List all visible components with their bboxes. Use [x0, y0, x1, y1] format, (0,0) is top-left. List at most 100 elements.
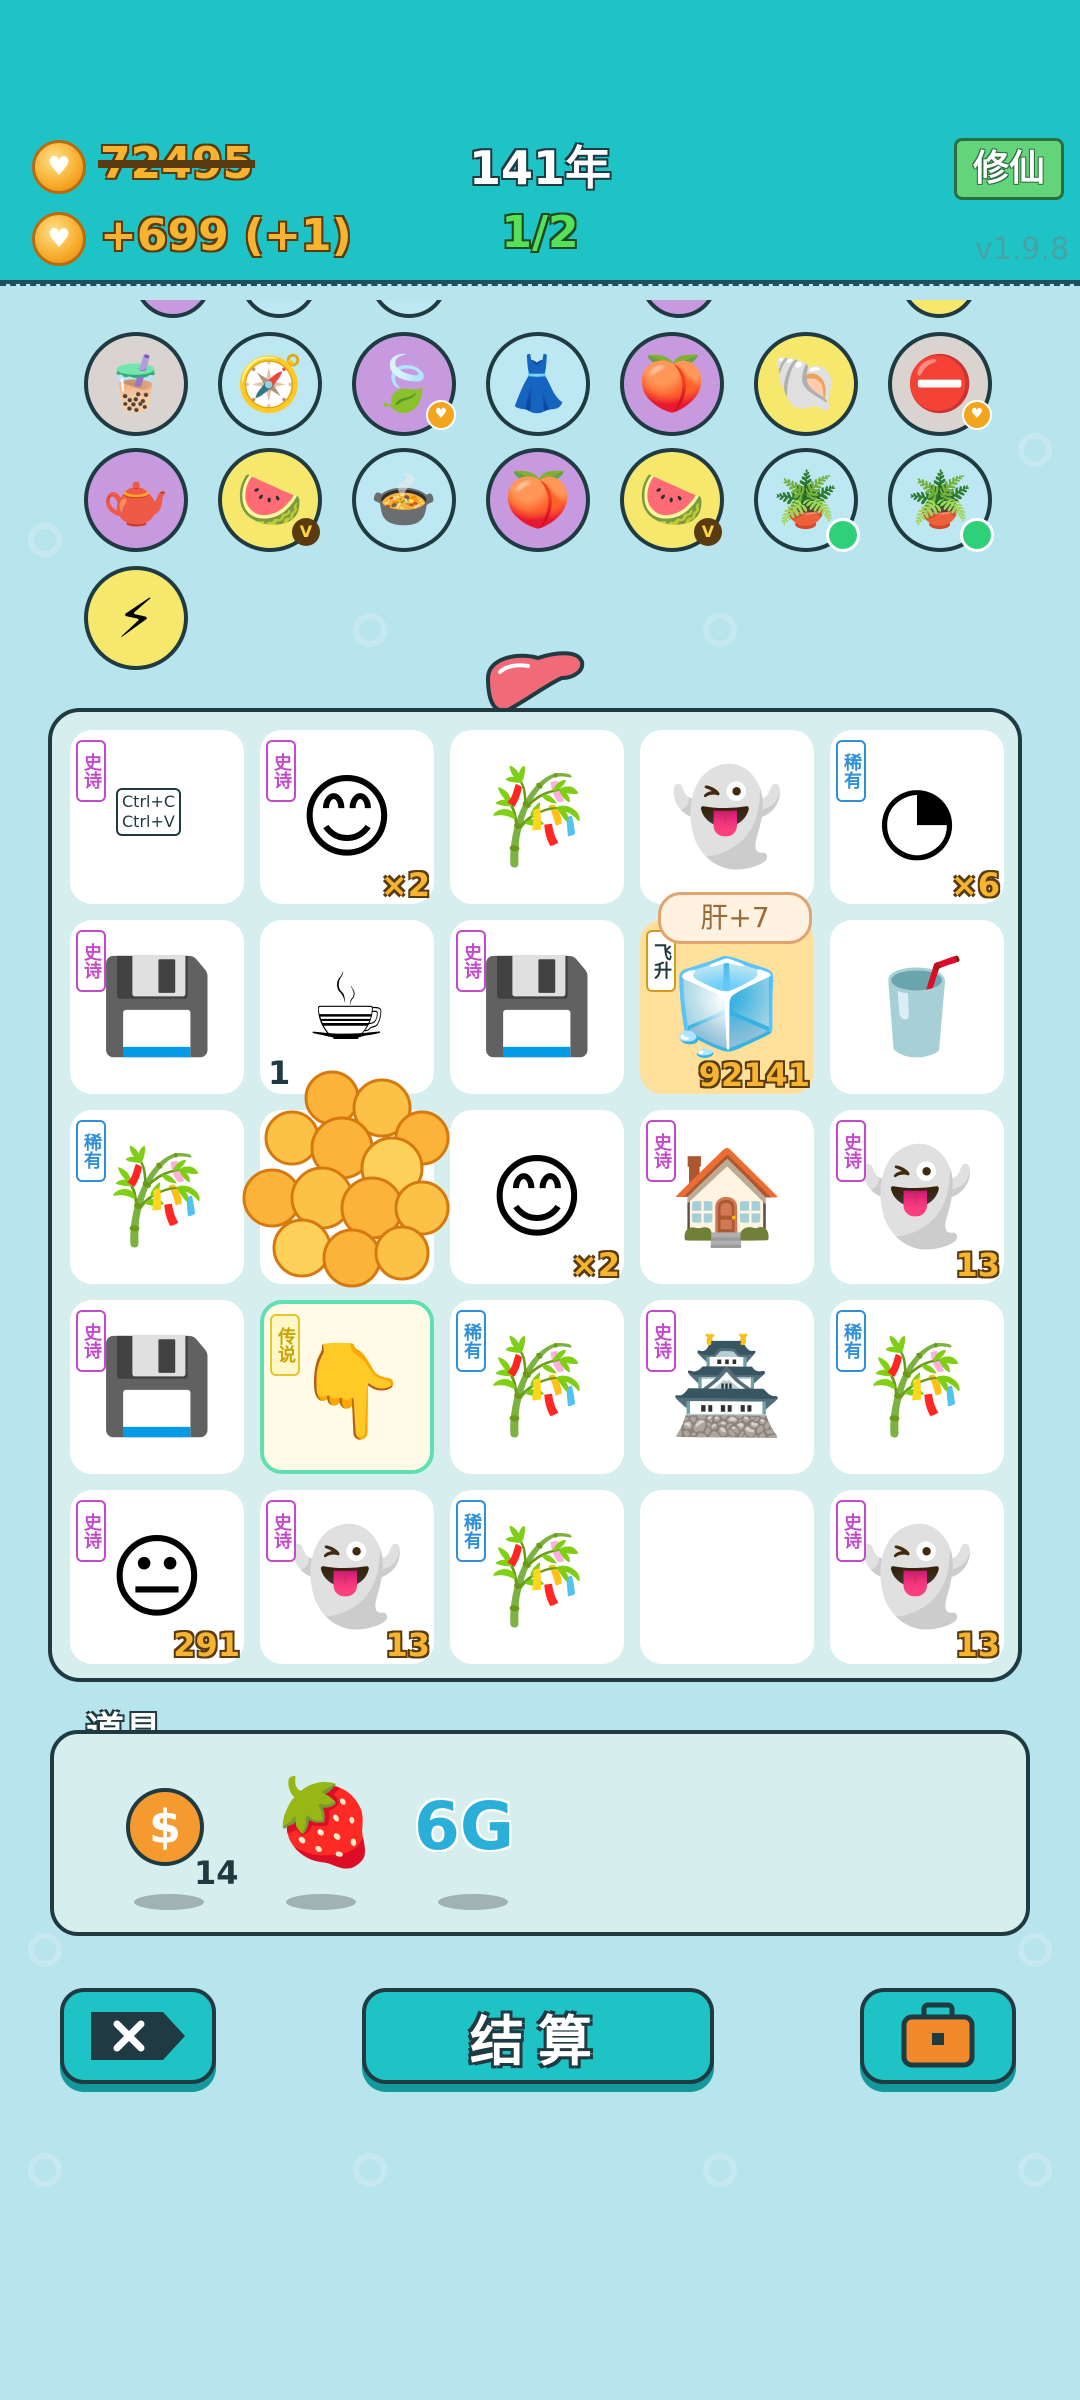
bag-button[interactable] [860, 1988, 1016, 2084]
eyepatch-fruit-icon[interactable]: 🍑 [486, 448, 590, 552]
rarity-tag: 史诗 [836, 1120, 866, 1182]
v-badge-icon: V [694, 518, 722, 546]
board-cell[interactable]: 🎋 稀有 [450, 1490, 624, 1664]
rarity-tag: 稀有 [836, 740, 866, 802]
rarity-tag: 史诗 [646, 1310, 676, 1372]
board-cell[interactable]: 🎋 [450, 730, 624, 904]
green-dot-badge [826, 518, 860, 552]
item-count: ×6 [950, 866, 1000, 904]
heart-coin-icon: ♥ [32, 140, 86, 194]
year-counter: 141年 [468, 141, 612, 195]
dollar-coin-count: 14 [194, 1854, 239, 1892]
green-dot-badge [960, 518, 994, 552]
settle-button-label: 结算 [470, 2009, 606, 2073]
rarity-tag: 稀有 [76, 1120, 106, 1182]
props-panel: $ 14 🍓 6G [50, 1730, 1030, 1936]
card-caption: Ctrl+C Ctrl+V [116, 788, 182, 836]
close-button[interactable] [60, 1988, 216, 2084]
board-cell[interactable] [260, 1110, 434, 1284]
rarity-tag: 史诗 [836, 1500, 866, 1562]
rarity-tag: 稀有 [456, 1310, 486, 1372]
pleated-skirt-icon[interactable]: 👗 [486, 332, 590, 436]
gold-income: +699 (+1) [100, 210, 352, 261]
board-cell[interactable]: 👻 [640, 730, 814, 904]
gravy-boat-icon[interactable]: 🫖 [84, 448, 188, 552]
board-cell[interactable] [640, 1490, 814, 1664]
rarity-tag: 稀有 [836, 1310, 866, 1372]
close-tag-icon [91, 2012, 185, 2060]
coin-burst-icon [260, 1110, 434, 1284]
rarity-tag: 史诗 [266, 740, 296, 802]
board-cell[interactable]: 🥤 [830, 920, 1004, 1094]
board-cell[interactable]: 💾 史诗 [70, 1300, 244, 1474]
bubble-tea-jar-icon[interactable]: 🧋 [84, 332, 188, 436]
board-cell[interactable]: 👻 史诗 13 [830, 1490, 1004, 1664]
eyepatch-fruit-icon[interactable]: 🍑 [620, 332, 724, 436]
board-cell[interactable]: 👻 史诗 13 [260, 1490, 434, 1664]
ghost-icon: 👻 [669, 763, 785, 870]
compass-icon[interactable]: 🧭 [218, 332, 322, 436]
seashell-icon[interactable]: 🐚 [754, 332, 858, 436]
rarity-tag: 史诗 [76, 930, 106, 992]
settle-button[interactable]: 结算 [362, 1988, 714, 2084]
board-cell[interactable]: 🎋 稀有 [450, 1300, 624, 1474]
relic-row-scrolled [0, 300, 1080, 322]
lightning-icon[interactable]: ⚡ [84, 566, 188, 670]
item-board: Ctrl+C Ctrl+V 史诗 😊 史诗 ×2 🎋 👻 ◔ 稀有 ×6 💾 史诗 ☕ 1 💾 史诗 🧊 飞升 921… [48, 708, 1022, 1682]
soda-cup-icon: 🥤 [859, 953, 975, 1060]
heart-badge-icon: ♥ [426, 400, 456, 430]
potted-flower-icon[interactable]: 🪴 [888, 448, 994, 552]
no-entry-sign-icon[interactable]: ⛔ ♥ [888, 332, 992, 436]
empty-icon [640, 1490, 814, 1664]
board-cell[interactable]: ◔ 稀有 ×6 [830, 730, 1004, 904]
board-cell[interactable]: 😊 ×2 [450, 1110, 624, 1284]
board-cell[interactable]: 🎋 稀有 [70, 1110, 244, 1284]
heart-badge-icon: ♥ [962, 400, 992, 430]
item-count: 92141 [698, 1056, 810, 1094]
board-cell[interactable]: 👇 传说 [260, 1300, 434, 1474]
board-cell[interactable]: 👻 史诗 13 [830, 1110, 1004, 1284]
rarity-tag: 史诗 [266, 1500, 296, 1562]
item-count: 13 [955, 1626, 1000, 1664]
board-cell[interactable]: ☕ 1 [260, 920, 434, 1094]
board-cell[interactable]: 💾 史诗 [450, 920, 624, 1094]
rarity-tag: 史诗 [76, 740, 106, 802]
caption-line: Ctrl+C [122, 792, 176, 811]
board-cell[interactable]: 🧊 飞升 92141 [640, 920, 814, 1094]
fruit-basket-icon[interactable]: 🍉 V [218, 448, 322, 552]
rarity-tag: 稀有 [456, 1500, 486, 1562]
item-count: ×2 [570, 1246, 620, 1284]
board-cell[interactable]: 🎋 稀有 [830, 1300, 1004, 1474]
board-cell[interactable]: 😐 史诗 291 [70, 1490, 244, 1664]
item-count: 1 [268, 1054, 291, 1092]
item-count: 291 [173, 1626, 240, 1664]
board-cell[interactable]: Ctrl+C Ctrl+V 史诗 [70, 730, 244, 904]
caption-line: Ctrl+V [122, 812, 175, 831]
item-shadow [134, 1894, 204, 1910]
strawberry-icon[interactable]: 🍓 [272, 1774, 377, 1870]
version-label: v1.9.8 [975, 232, 1070, 267]
potted-flower-icon[interactable]: 🪴 [754, 448, 860, 552]
dollar-coin-icon[interactable]: $ [126, 1788, 204, 1866]
rarity-tag: 史诗 [456, 930, 486, 992]
board-cell[interactable]: 💾 史诗 [70, 920, 244, 1094]
fruit-basket-icon[interactable]: 🍉 V [620, 448, 724, 552]
6g-logo-icon[interactable]: 6G [414, 1788, 514, 1865]
board-cell[interactable]: 🏠 史诗 [640, 1110, 814, 1284]
leaf-icon[interactable]: 🍃 ♥ [352, 332, 456, 436]
rarity-tag: 传说 [270, 1314, 300, 1376]
board-cell[interactable]: 😊 史诗 ×2 [260, 730, 434, 904]
cultivation-button[interactable]: 修仙 [954, 138, 1064, 200]
briefcase-icon [901, 2002, 975, 2068]
item-count: 13 [385, 1626, 430, 1664]
heart-coin-icon: ♥ [32, 212, 86, 266]
duck-pot-icon[interactable]: 🍲 [352, 448, 456, 552]
rarity-tag: 史诗 [646, 1120, 676, 1182]
top-status-bar: ♥ 72495 ♥ +699 (+1) 141年 1/2 修仙 v1.9.8 [0, 0, 1080, 286]
rarity-tag: 史诗 [76, 1310, 106, 1372]
gold-total: 72495 [100, 138, 254, 189]
rarity-tag: 史诗 [76, 1500, 106, 1562]
stage-progress: 1/2 [501, 207, 579, 258]
v-badge-icon: V [292, 518, 320, 546]
board-cell[interactable]: 🏯 史诗 [640, 1300, 814, 1474]
